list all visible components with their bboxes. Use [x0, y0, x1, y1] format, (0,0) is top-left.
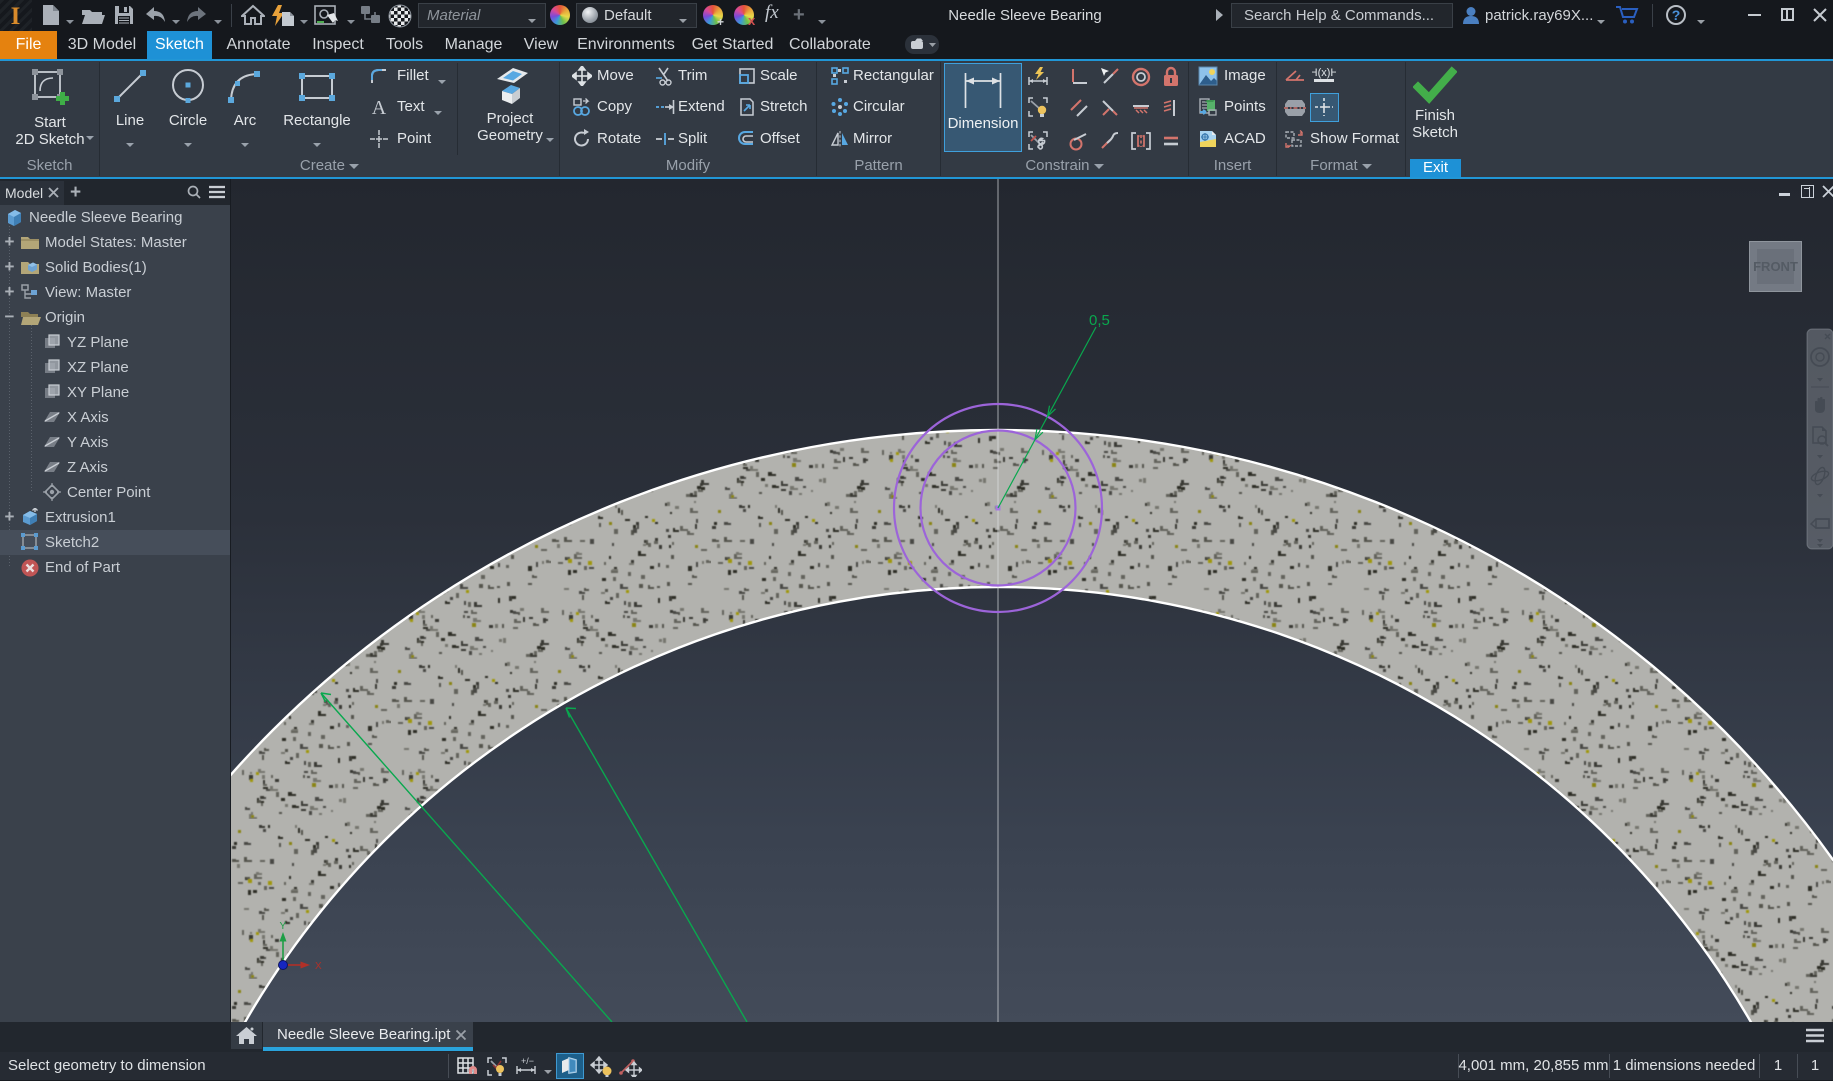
svg-text:X: X: [315, 961, 322, 972]
svg-text:Y: Y: [280, 921, 287, 932]
svg-text:A: A: [372, 97, 387, 117]
svg-text:0,5: 0,5: [1089, 312, 1110, 329]
svg-text:H(x)H: H(x)H: [1312, 67, 1336, 79]
svg-text:+/−: +/−: [521, 1056, 534, 1066]
